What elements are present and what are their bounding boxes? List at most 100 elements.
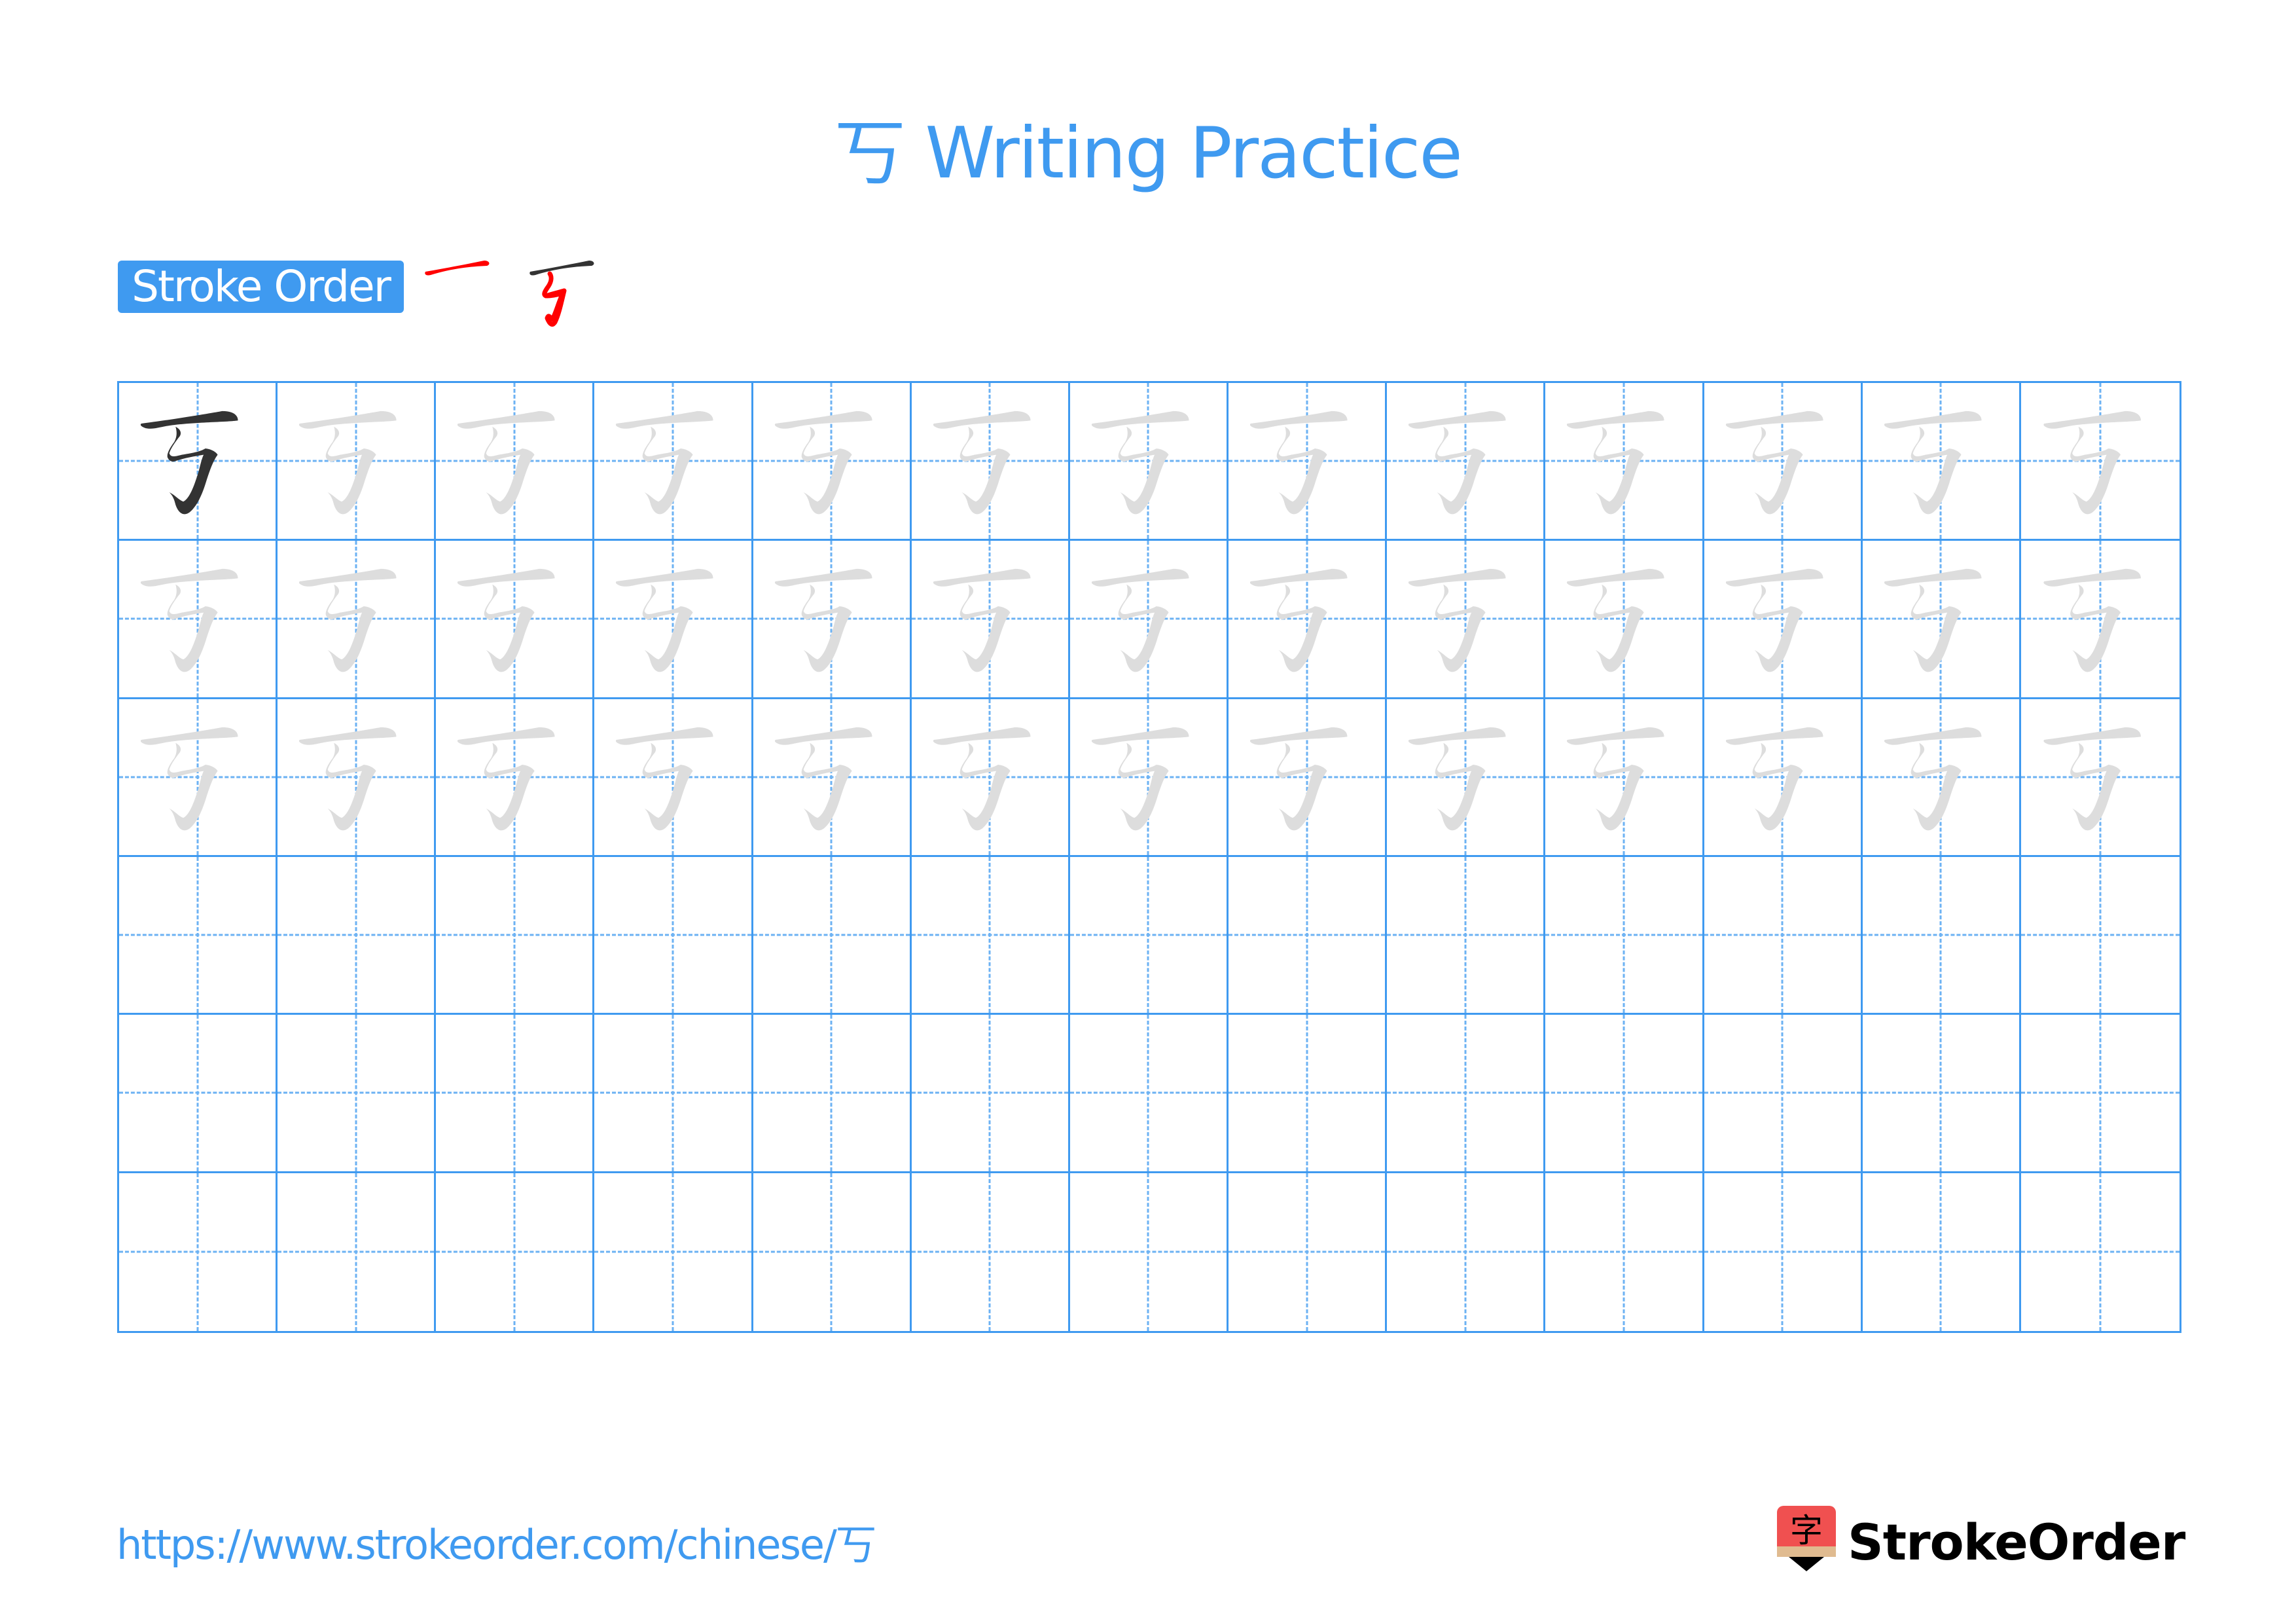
practice-cell[interactable] [1229, 541, 1388, 699]
practice-cell[interactable] [1862, 383, 2021, 541]
practice-cell[interactable] [753, 1173, 912, 1331]
practice-cell[interactable] [119, 1015, 278, 1173]
practice-cell[interactable] [1704, 1173, 1863, 1331]
practice-cell[interactable] [594, 1173, 753, 1331]
trace-character [2043, 569, 2141, 672]
practice-cell[interactable] [594, 699, 753, 857]
practice-cell[interactable] [1704, 856, 1863, 1015]
practice-cell[interactable] [119, 856, 278, 1015]
practice-cell[interactable] [119, 383, 278, 541]
practice-cell[interactable] [1069, 383, 1229, 541]
practice-cell[interactable] [278, 1015, 437, 1173]
practice-cell[interactable] [1545, 1173, 1704, 1331]
practice-cell[interactable] [753, 699, 912, 857]
practice-cell[interactable] [436, 1015, 595, 1173]
practice-cell[interactable] [1545, 699, 1704, 857]
practice-cell[interactable] [594, 1015, 753, 1173]
practice-cell[interactable] [1387, 1173, 1546, 1331]
practice-cell[interactable] [2021, 1173, 2179, 1331]
practice-cell[interactable] [278, 541, 437, 699]
practice-cell[interactable] [1229, 1015, 1388, 1173]
practice-cell[interactable] [278, 699, 437, 857]
practice-cell[interactable] [2020, 1015, 2179, 1173]
model-character [140, 410, 238, 515]
trace-character [457, 727, 555, 831]
practice-cell[interactable] [2020, 541, 2179, 699]
practice-cell[interactable] [1862, 699, 2021, 857]
practice-cell[interactable] [753, 383, 912, 541]
practice-cell[interactable] [594, 541, 753, 699]
stroke-1 [425, 261, 490, 276]
practice-cell[interactable] [436, 699, 595, 857]
practice-cell[interactable] [436, 541, 595, 699]
practice-cell[interactable] [912, 1173, 1070, 1331]
practice-cell[interactable] [2020, 383, 2179, 541]
practice-cell[interactable] [1069, 541, 1229, 699]
practice-cell[interactable] [1387, 1015, 1546, 1173]
practice-cell[interactable] [1862, 541, 2021, 699]
practice-cell[interactable] [1545, 541, 1704, 699]
trace-character [140, 569, 238, 672]
trace-character [1884, 727, 1982, 831]
practice-cell[interactable] [911, 383, 1070, 541]
practice-cell[interactable] [753, 856, 912, 1015]
practice-cell[interactable] [278, 1173, 437, 1331]
practice-cell[interactable] [278, 383, 437, 541]
practice-cell[interactable] [1862, 1015, 2021, 1173]
stroke-step-1 [425, 261, 490, 276]
practice-cell[interactable] [1070, 1173, 1229, 1331]
practice-cell[interactable] [911, 541, 1070, 699]
practice-cell[interactable] [1704, 1015, 1863, 1173]
trace-character [774, 569, 872, 672]
trace-character [299, 569, 397, 672]
practice-cell[interactable] [594, 856, 753, 1015]
practice-cell[interactable] [1704, 699, 1863, 857]
strokeorder-logo[interactable]: 字 StrokeOrder [1777, 1506, 2185, 1578]
practice-cell[interactable] [1229, 1173, 1388, 1331]
trace-character [1408, 410, 1506, 515]
source-url-link[interactable]: https://www.strokeorder.com/chinese/丂 [117, 1519, 876, 1571]
practice-cell[interactable] [2020, 699, 2179, 857]
trace-character [457, 410, 555, 515]
trace-character [1567, 569, 1664, 672]
practice-cell[interactable] [119, 541, 278, 699]
practice-cell[interactable] [1229, 856, 1388, 1015]
practice-cell[interactable] [436, 1173, 595, 1331]
practice-cell[interactable] [1069, 1015, 1229, 1173]
trace-character [1091, 410, 1189, 515]
trace-character [1249, 727, 1348, 831]
trace-character [1091, 727, 1189, 831]
stroke-step-2 [529, 261, 594, 327]
practice-cell[interactable] [594, 383, 753, 541]
practice-cell[interactable] [1545, 1015, 1704, 1173]
practice-cell[interactable] [1704, 541, 1863, 699]
practice-cell[interactable] [1545, 856, 1704, 1015]
practice-cell[interactable] [1545, 383, 1704, 541]
practice-cell[interactable] [1229, 699, 1388, 857]
practice-cell[interactable] [436, 856, 595, 1015]
practice-cell[interactable] [119, 1173, 278, 1331]
practice-cell[interactable] [1069, 856, 1229, 1015]
practice-cell[interactable] [119, 699, 278, 857]
practice-cell[interactable] [1863, 1173, 2021, 1331]
practice-cell[interactable] [911, 856, 1070, 1015]
practice-cell[interactable] [1387, 383, 1546, 541]
practice-cell[interactable] [1862, 856, 2021, 1015]
practice-cell[interactable] [753, 541, 912, 699]
practice-cell[interactable] [1069, 699, 1229, 857]
practice-cell[interactable] [1387, 541, 1546, 699]
practice-cell[interactable] [436, 383, 595, 541]
practice-cell[interactable] [278, 856, 437, 1015]
trace-character [616, 410, 713, 515]
practice-cell[interactable] [2020, 857, 2179, 1015]
practice-cell[interactable] [753, 1015, 912, 1173]
logo-glyph: 字 [1790, 1512, 1823, 1550]
practice-cell[interactable] [1387, 856, 1546, 1015]
trace-character [1408, 569, 1506, 672]
practice-cell[interactable] [1387, 699, 1546, 857]
practice-cell[interactable] [911, 699, 1070, 857]
practice-cell[interactable] [911, 1015, 1070, 1173]
trace-character [1249, 569, 1348, 672]
practice-cell[interactable] [1704, 383, 1863, 541]
practice-cell[interactable] [1229, 383, 1388, 541]
